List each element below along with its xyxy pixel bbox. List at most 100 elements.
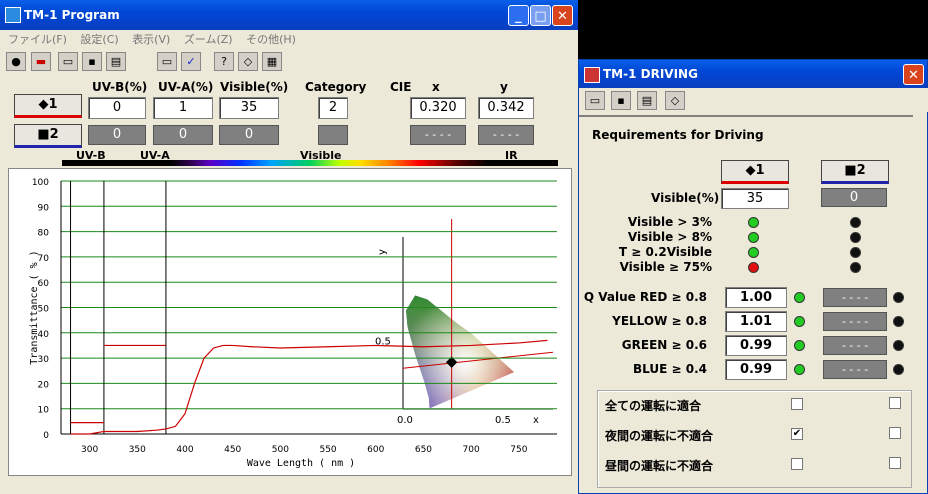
x-tick-label: 500 [272, 445, 289, 455]
y-tick-label: 100 [32, 178, 49, 188]
help-icon[interactable]: ? [214, 52, 234, 71]
sample2-category [318, 125, 348, 145]
menu-file[interactable]: ファイル(F) [8, 33, 67, 46]
header-x: x [432, 80, 440, 94]
x-tick-label: 700 [463, 445, 480, 455]
save-icon[interactable]: ▪ [82, 52, 102, 71]
summary-label: 夜間の運転に不適合 [605, 429, 714, 443]
open-folder-icon[interactable]: ▭ [58, 52, 78, 71]
eraser-icon[interactable]: ◇ [665, 91, 685, 110]
menu-zoom[interactable]: ズーム(Z) [184, 33, 233, 46]
status-dot-1 [748, 262, 759, 273]
status-dot-1 [748, 247, 759, 258]
print-icon[interactable]: ▤ [106, 52, 126, 71]
q-value-2: - - - - [823, 360, 887, 379]
check-icon[interactable]: ✓ [181, 52, 201, 71]
q-value-label: GREEN ≥ 0.6 [621, 338, 707, 352]
sample1-cie-y: 0.342 [478, 97, 534, 119]
header-visible: Visible(%) [220, 80, 289, 94]
sample1-visible: 35 [219, 97, 279, 119]
sample2-visible: 0 [219, 125, 279, 145]
driving-window: TM-1 DRIVING ✕ ▭ ▪ ▤ ◇ Requirements for … [578, 59, 928, 494]
print-icon[interactable]: ▤ [637, 91, 657, 110]
spectrum-bar [62, 160, 558, 166]
status-dot-1 [748, 232, 759, 243]
visible-label: Visible(%) [651, 191, 720, 205]
measure-icon[interactable]: ▭ [157, 52, 177, 71]
transmittance-chart: 0.0 0.5 x0.5y0102030405060708090100300 350 4… [29, 178, 557, 469]
q-value-1: 1.00 [725, 287, 787, 308]
status-dot-2 [850, 247, 861, 258]
header-category: Category [305, 80, 367, 94]
summary-checkbox-1[interactable] [791, 398, 803, 410]
window-title: TM-1 Program [24, 8, 120, 22]
driving-close-button[interactable]: ✕ [903, 64, 924, 85]
q-value-label: Q Value RED ≥ 0.8 [583, 290, 707, 304]
y-tick-label: 10 [38, 406, 50, 416]
summary-checkbox-2[interactable] [889, 397, 901, 409]
status-dot-1 [748, 217, 759, 228]
eraser-icon[interactable]: ◇ [238, 52, 258, 71]
sample1-uva: 1 [153, 97, 213, 119]
y-tick-label: 80 [38, 229, 50, 239]
close-button[interactable]: ✕ [552, 5, 573, 26]
header-uva: UV-A(%) [158, 80, 214, 94]
car-icon[interactable]: ▬ [31, 52, 51, 71]
minimize-button[interactable]: _ [508, 5, 529, 26]
y-tick-label: 90 [38, 203, 50, 213]
x-tick-label: 650 [415, 445, 432, 455]
driving-sample2-button[interactable]: ■2 [821, 160, 889, 184]
header-uvb: UV-B(%) [92, 80, 148, 94]
summary-checkbox-2[interactable] [889, 427, 901, 439]
sample1-button[interactable]: ◆1 [14, 94, 82, 118]
summary-checkbox-1[interactable]: ✔ [791, 428, 803, 440]
x-tick-label: 600 [367, 445, 384, 455]
summary-label: 昼間の運転に不適合 [605, 459, 714, 473]
maximize-button[interactable]: □ [530, 5, 551, 26]
header-y: y [500, 80, 508, 94]
visible-value-1: 35 [721, 188, 789, 209]
sample2-cie-x: - - - - [410, 125, 466, 145]
main-toolbar: ● ▬ ▭ ▪ ▤ ▭ ✓ ? ◇ ▦ [0, 49, 578, 73]
menu-view[interactable]: 表示(V) [132, 33, 170, 46]
requirement-label: T ≥ 0.2Visible [618, 245, 712, 259]
driving-titlebar[interactable]: TM-1 DRIVING ✕ [579, 60, 927, 88]
q-status-dot-2 [893, 292, 904, 303]
x-tick-label: 750 [510, 445, 527, 455]
q-value-2: - - - - [823, 288, 887, 307]
q-status-dot-2 [893, 340, 904, 351]
cie-diagram-white [406, 295, 514, 409]
requirements-heading: Requirements for Driving [592, 128, 764, 142]
status-dot-2 [850, 232, 861, 243]
driving-sample1-button[interactable]: ◆1 [721, 160, 789, 184]
main-titlebar[interactable]: TM-1 Program _ □ ✕ [0, 0, 578, 30]
q-status-dot-1 [794, 364, 805, 375]
sample2-button[interactable]: ■2 [14, 124, 82, 148]
cie-axis-x-label: x [533, 415, 539, 426]
palette-icon[interactable]: ● [6, 52, 26, 71]
y-tick-label: 0 [43, 431, 49, 441]
q-value-label: BLUE ≥ 0.4 [633, 362, 707, 376]
status-dot-2 [850, 262, 861, 273]
x-tick-label: 300 [81, 445, 98, 455]
requirement-label: Visible > 8% [627, 230, 712, 244]
sample1-category: 2 [318, 97, 348, 119]
sample2-uvb: 0 [88, 125, 146, 145]
summary-checkbox-2[interactable] [889, 457, 901, 469]
menu-settings[interactable]: 設定(C) [80, 33, 118, 46]
q-value-2: - - - - [823, 336, 887, 355]
save-icon[interactable]: ▪ [611, 91, 631, 110]
x-tick-label: 550 [319, 445, 336, 455]
summary-checkbox-1[interactable] [791, 458, 803, 470]
info-icon[interactable]: ▦ [262, 52, 282, 71]
open-folder-icon[interactable]: ▭ [585, 91, 605, 110]
menu-other[interactable]: その他(H) [246, 33, 296, 46]
header-cie: CIE [390, 80, 412, 94]
q-status-dot-2 [893, 316, 904, 327]
status-dot-2 [850, 217, 861, 228]
car-app-icon [584, 67, 600, 83]
cie-axis-y-label: y [377, 249, 388, 255]
x-tick-label: 400 [176, 445, 193, 455]
sample2-uva: 0 [153, 125, 213, 145]
driving-toolbar: ▭ ▪ ▤ ◇ [579, 88, 928, 112]
